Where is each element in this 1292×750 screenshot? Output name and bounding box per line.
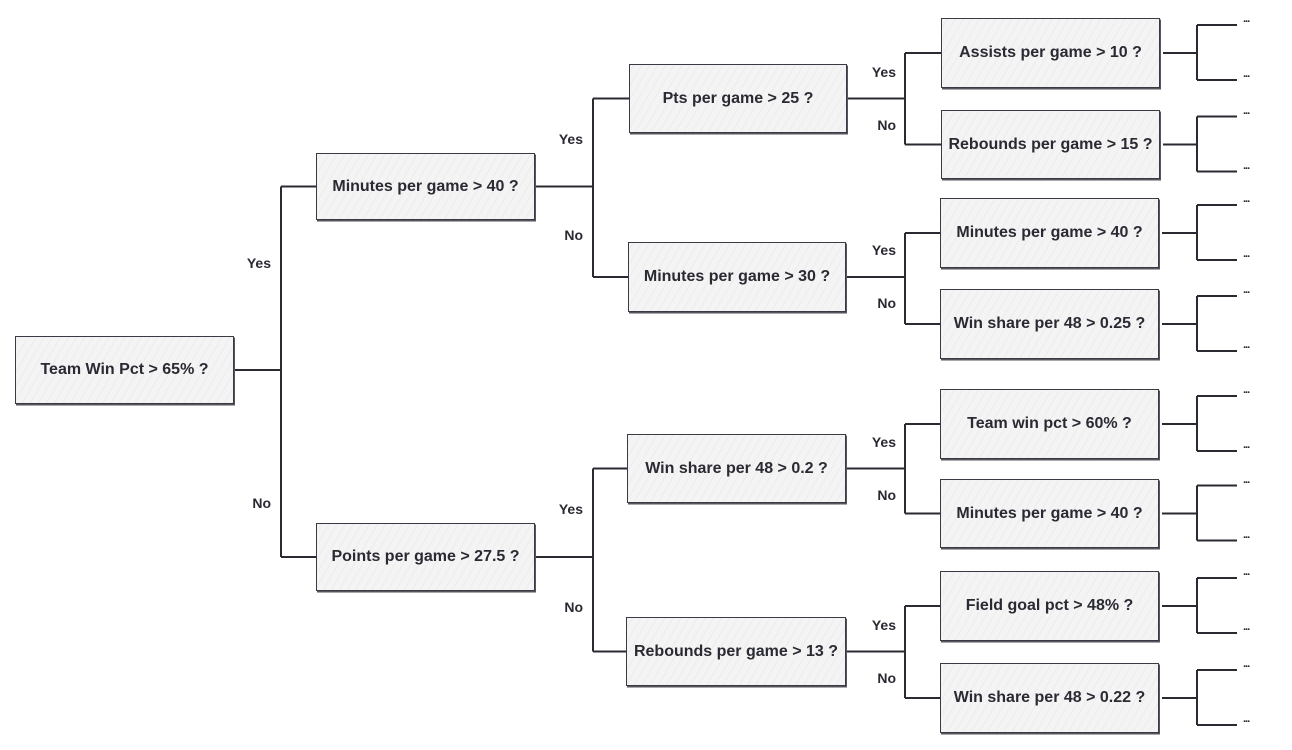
leaf-ellipsis: ... xyxy=(1243,339,1250,351)
branch-label-no: No xyxy=(877,669,896,686)
branch-label-no: No xyxy=(252,494,271,511)
decision-node-label: Rebounds per game > 13 ? xyxy=(633,642,839,660)
branch-label-yes: Yes xyxy=(871,242,896,258)
leaf-ellipsis: ... xyxy=(1243,248,1250,260)
leaf-ellipsis: ... xyxy=(1243,566,1250,578)
leaf-ellipsis: ... xyxy=(1243,473,1250,486)
decision-node-label: Win share per 48 > 0.2 ? xyxy=(645,459,828,477)
decision-node[interactable]: Points per game > 27.5 ? xyxy=(316,523,535,591)
branch-label-no: No xyxy=(564,226,583,243)
decision-node[interactable]: Minutes per game > 30 ? xyxy=(628,242,846,312)
decision-node-label: Rebounds per game > 15 ? xyxy=(948,135,1153,153)
decision-node[interactable]: Minutes per game > 40 ? xyxy=(940,479,1159,548)
leaf-ellipsis: ... xyxy=(1243,13,1250,25)
decision-node[interactable]: Assists per game > 10 ? xyxy=(941,18,1160,88)
decision-tree-diagram: Team Win Pct > 65% ? Minutes per game > 4… xyxy=(0,0,1292,750)
leaf-ellipsis: ... xyxy=(1243,104,1250,117)
decision-node[interactable]: Rebounds per game > 15 ? xyxy=(941,110,1160,179)
leaf-ellipsis: ... xyxy=(1243,713,1250,725)
branch-label-no: No xyxy=(877,295,896,311)
decision-node-label: Win share per 48 > 0.22 ? xyxy=(953,689,1146,706)
decision-node[interactable]: Team win pct > 60% ? xyxy=(940,389,1159,459)
leaf-ellipsis: ... xyxy=(1243,384,1250,396)
decision-node[interactable]: Minutes per game > 40 ? xyxy=(940,198,1159,268)
leaf-ellipsis: ... xyxy=(1243,284,1250,296)
decision-node-label: Field goal pct > 48% ? xyxy=(965,597,1134,614)
branch-label-no: No xyxy=(877,116,896,133)
leaf-ellipsis: ... xyxy=(1243,621,1250,633)
branch-label-no: No xyxy=(564,599,583,616)
decision-node-label: Points per game > 27.5 ? xyxy=(331,548,520,565)
decision-node-label: Assists per game > 10 ? xyxy=(959,44,1142,61)
branch-label-yes: Yes xyxy=(558,500,583,517)
decision-node[interactable]: Team Win Pct > 65% ? xyxy=(15,336,234,404)
leaf-ellipsis: ... xyxy=(1243,528,1250,541)
decision-node-label: Team Win Pct > 65% ? xyxy=(40,361,209,378)
decision-node[interactable]: Win share per 48 > 0.25 ? xyxy=(940,289,1159,359)
decision-node[interactable]: Win share per 48 > 0.22 ? xyxy=(940,663,1159,733)
branch-label-yes: Yes xyxy=(871,63,896,80)
decision-node-label: Minutes per game > 40 ? xyxy=(332,177,519,195)
branch-label-yes: Yes xyxy=(871,616,896,633)
decision-node[interactable]: Rebounds per game > 13 ? xyxy=(626,617,846,686)
branch-label-yes: Yes xyxy=(246,255,271,272)
decision-node-label: Minutes per game > 40 ? xyxy=(956,224,1143,241)
branch-label-yes: Yes xyxy=(558,130,583,147)
decision-node[interactable]: Minutes per game > 40 ? xyxy=(316,153,535,220)
decision-node[interactable]: Win share per 48 > 0.2 ? xyxy=(627,434,846,503)
decision-node-label: Pts per game > 25 ? xyxy=(662,89,814,107)
decision-node-label: Team win pct > 60% ? xyxy=(967,415,1132,432)
leaf-ellipsis: ... xyxy=(1243,658,1250,670)
branch-label-no: No xyxy=(877,486,896,503)
decision-node[interactable]: Field goal pct > 48% ? xyxy=(940,571,1159,641)
leaf-ellipsis: ... xyxy=(1243,68,1250,80)
leaf-ellipsis: ... xyxy=(1243,439,1250,451)
leaf-ellipsis: ... xyxy=(1243,193,1250,205)
leaf-ellipsis: ... xyxy=(1243,159,1250,172)
decision-node-label: Win share per 48 > 0.25 ? xyxy=(953,315,1146,332)
decision-node[interactable]: Pts per game > 25 ? xyxy=(629,64,847,133)
decision-node-label: Minutes per game > 30 ? xyxy=(643,268,831,285)
decision-node-label: Minutes per game > 40 ? xyxy=(956,504,1143,522)
branch-label-yes: Yes xyxy=(871,433,896,450)
